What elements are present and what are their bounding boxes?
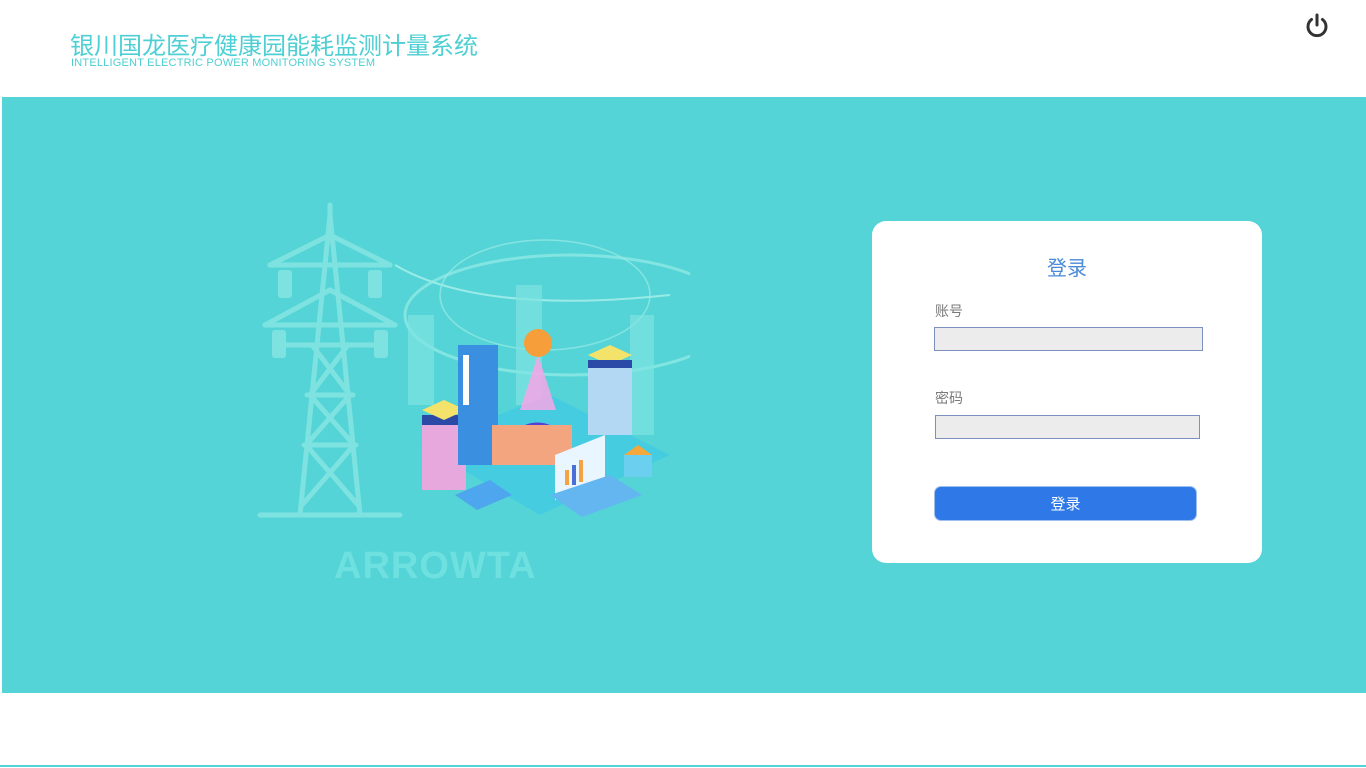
power-tower-illustration	[257, 202, 690, 518]
system-subtitle: INTELLIGENT ELECTRIC POWER MONITORING SY…	[71, 57, 376, 69]
power-button[interactable]	[1302, 11, 1332, 41]
account-input[interactable]	[934, 327, 1203, 351]
password-input[interactable]	[935, 415, 1200, 439]
login-title: 登录	[1047, 256, 1087, 280]
brand-watermark: ARROWTA	[334, 545, 537, 587]
password-label: 密码	[935, 391, 963, 407]
header: 银川国龙医疗健康园能耗监测计量系统 INTELLIGENT ELECTRIC P…	[0, 0, 1366, 97]
login-button[interactable]: 登录	[934, 486, 1197, 521]
power-icon	[1306, 13, 1328, 38]
account-label: 账号	[935, 304, 963, 320]
footer-divider	[0, 765, 1366, 767]
login-card: 登录 账号 密码 登录	[872, 221, 1262, 563]
system-title: 银川国龙医疗健康园能耗监测计量系统	[70, 32, 478, 60]
